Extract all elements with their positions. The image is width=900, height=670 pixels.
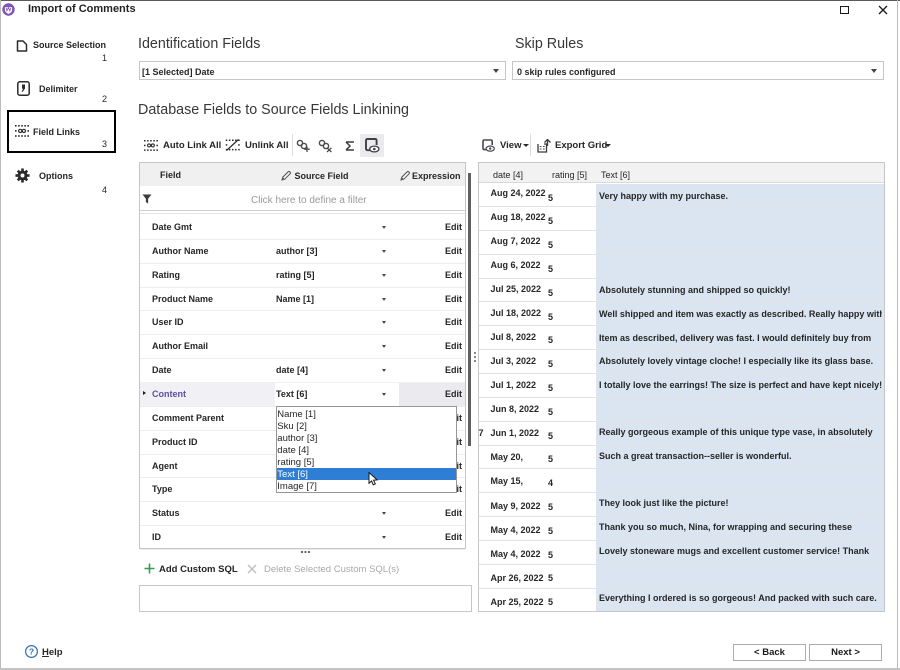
- svg-text:?: ?: [29, 646, 34, 656]
